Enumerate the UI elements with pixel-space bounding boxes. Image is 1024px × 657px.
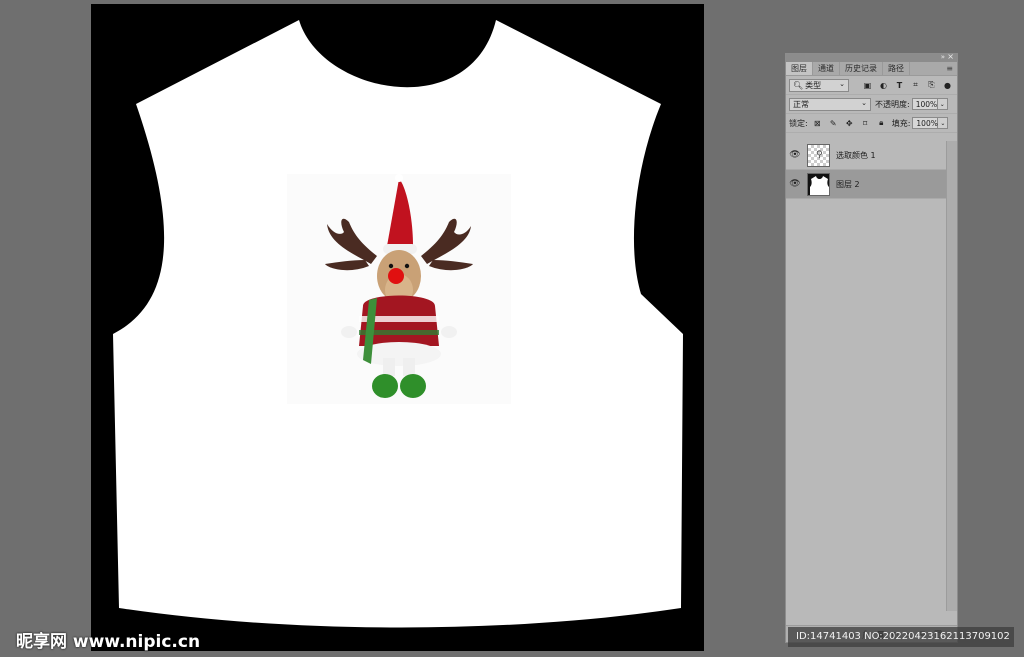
layer-thumbnail <box>807 172 830 196</box>
panel-tabs: 图层 通道 历史记录 路径 ≡ <box>786 62 957 76</box>
layers-list: 👁︎ ⚲ 选取颜色 1 👁︎ 图层 2 <box>786 141 947 199</box>
lock-position-icon[interactable]: ✥ <box>843 117 856 130</box>
opacity-label: 不透明度: <box>875 99 910 109</box>
layer-row[interactable]: 👁︎ 图层 2 <box>786 170 947 199</box>
filter-type-icon[interactable]: T <box>893 79 906 92</box>
lock-transparent-icon[interactable]: ⊠ <box>811 117 824 130</box>
collapse-icon[interactable]: » <box>941 53 945 61</box>
eye-icon[interactable]: 👁︎ <box>786 179 804 189</box>
tab-layers[interactable]: 图层 <box>786 62 813 75</box>
lock-label: 锁定: <box>789 118 808 128</box>
filter-shape-icon[interactable]: ⌗ <box>909 79 922 92</box>
layer-thumbnail: ⚲ <box>807 143 830 167</box>
layer-row[interactable]: 👁︎ ⚲ 选取颜色 1 <box>786 141 947 170</box>
chevron-down-icon: ⌄ <box>861 98 867 107</box>
fill-label: 填充: <box>891 118 911 128</box>
watermark-logo: 昵享网 www.nipic.cn <box>16 632 201 652</box>
blend-row: 正常 ⌄ 不透明度: 100% ⌄ <box>786 95 957 114</box>
filter-kind-value: 类型 <box>805 80 822 90</box>
filter-row: 🔍︎ 类型 ⌄ ▣ ◐ T ⌗ ⎘ ● <box>786 76 957 95</box>
blend-mode-select[interactable]: 正常 ⌄ <box>789 97 871 111</box>
panel-menu-icon[interactable]: ≡ <box>946 64 953 73</box>
filter-toggle-icon[interactable]: ● <box>941 79 954 92</box>
fill-input[interactable]: 100% <box>912 117 939 129</box>
close-icon[interactable]: × <box>947 52 954 61</box>
layer-name[interactable]: 图层 2 <box>836 179 860 190</box>
lock-pixels-icon[interactable]: ✎ <box>827 117 840 130</box>
filter-pixel-icon[interactable]: ▣ <box>861 79 874 92</box>
document-canvas[interactable] <box>91 4 704 651</box>
layer-name[interactable]: 选取颜色 1 <box>836 150 876 161</box>
panel-titlebar[interactable]: » × <box>786 52 957 62</box>
lock-row: 锁定: ⊠ ✎ ✥ ⌑ 🔒︎ 填充: 100% ⌄ <box>786 114 957 133</box>
lock-all-icon[interactable]: 🔒︎ <box>875 117 888 130</box>
reindeer-graphic <box>287 174 511 404</box>
opacity-input[interactable]: 100% <box>911 98 938 110</box>
layers-scrollbar[interactable] <box>946 141 957 611</box>
filter-smart-object-icon[interactable]: ⎘ <box>925 79 938 92</box>
eye-icon[interactable]: 👁︎ <box>786 150 804 160</box>
vest-artwork <box>113 20 683 628</box>
search-icon: 🔍︎ <box>793 80 804 90</box>
blend-mode-value: 正常 <box>793 99 809 109</box>
adjustment-layer-icon: ⚲ <box>816 149 823 160</box>
watermark-id: ID:14741403 NO:20220423162113709102 <box>788 627 1014 647</box>
tab-channels[interactable]: 通道 <box>813 62 840 75</box>
shirt-thumbnail-icon <box>810 175 829 195</box>
fill-chevron-icon[interactable]: ⌄ <box>938 117 949 129</box>
chevron-down-icon: ⌄ <box>839 79 845 88</box>
filter-adjustment-icon[interactable]: ◐ <box>877 79 890 92</box>
filter-kind-select[interactable]: 🔍︎ 类型 ⌄ <box>789 78 849 92</box>
opacity-chevron-icon[interactable]: ⌄ <box>937 98 948 110</box>
lock-artboard-icon[interactable]: ⌑ <box>859 117 872 130</box>
tab-history[interactable]: 历史记录 <box>840 62 883 75</box>
layers-panel: » × 图层 通道 历史记录 路径 ≡ 🔍︎ 类型 ⌄ ▣ ◐ T ⌗ ⎘ ● … <box>785 52 958 643</box>
tab-paths[interactable]: 路径 <box>883 62 910 75</box>
